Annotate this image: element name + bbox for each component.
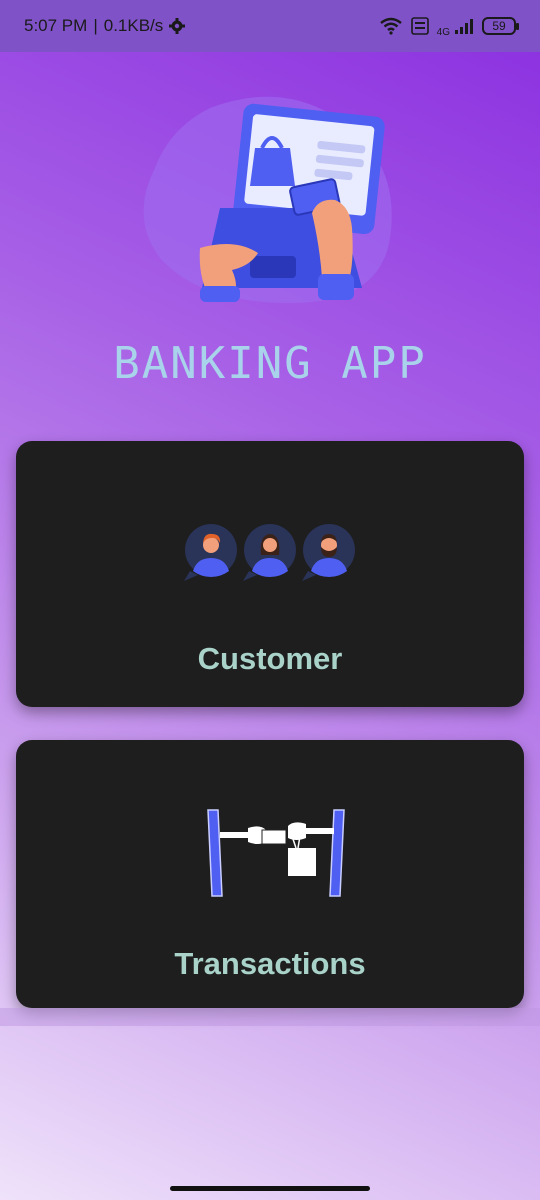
customer-card[interactable]: Customer [16,441,524,707]
status-speed: 0.1KB/s [103,16,164,35]
customer-label: Customer [197,641,343,676]
signal-icon [455,19,473,34]
status-right: 4G 59 [379,15,519,38]
transfer-icon [207,809,345,897]
status-bar: 5:07 PM | 0.1KB/s 4G 59 [0,0,540,52]
gesture-nav-handle[interactable] [170,1186,370,1191]
volte-icon [410,17,429,35]
wifi-icon [379,17,402,35]
content-bottom-edge [0,1008,540,1026]
transactions-label: Transactions [174,946,366,981]
battery-icon: 59 [482,17,519,35]
status-separator: | [93,16,98,35]
hero-illustration [143,96,392,303]
transactions-card[interactable]: Transactions [16,740,524,1008]
customers-icon [184,524,355,581]
app-title: BANKING APP [113,338,427,389]
status-time: 5:07 PM [24,16,88,35]
gear-icon [169,18,186,34]
status-left: 5:07 PM | 0.1KB/s [24,16,186,36]
network-type: 4G [436,26,450,38]
